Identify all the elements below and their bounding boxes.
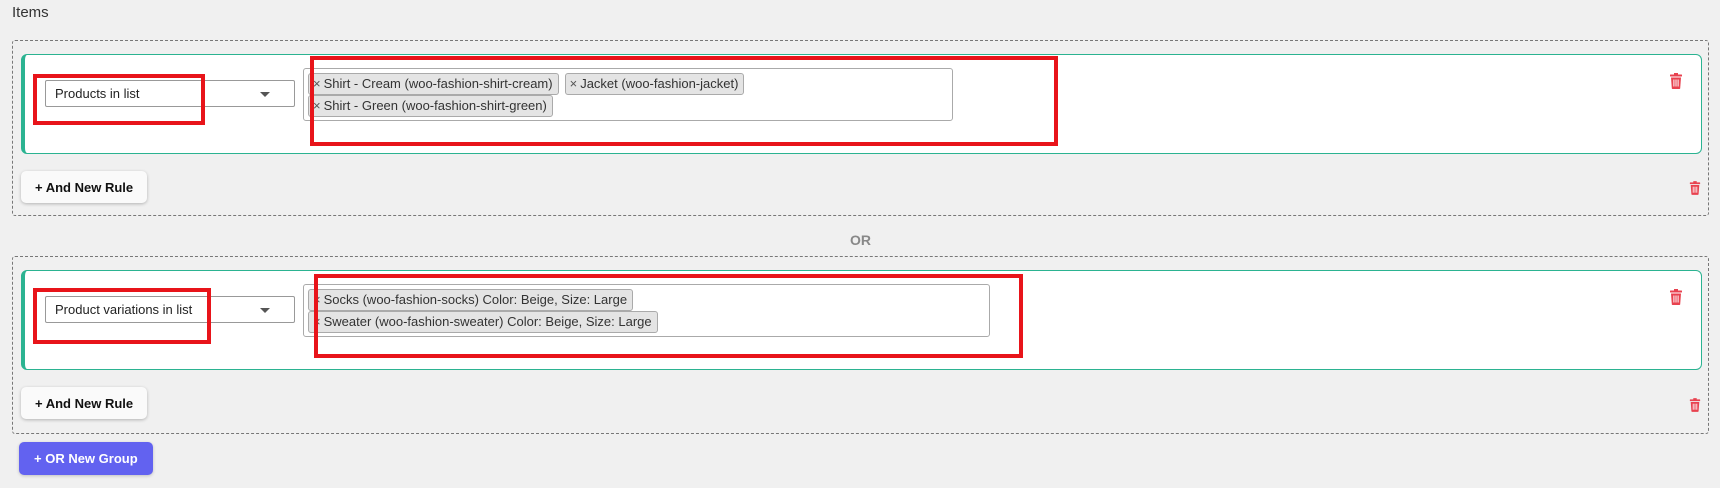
tag-label: Socks (woo-fashion-socks) Color: Beige, … <box>323 292 628 307</box>
tag-remove-icon[interactable]: × <box>313 314 321 329</box>
condition-select[interactable]: Product variations in list <box>45 296 295 323</box>
delete-group-trash-icon[interactable] <box>1689 181 1701 195</box>
delete-group-trash-icon[interactable] <box>1689 398 1701 412</box>
tag-remove-icon[interactable]: × <box>313 98 321 113</box>
add-and-rule-button[interactable]: + And New Rule <box>21 171 148 203</box>
section-title: Items <box>12 4 49 21</box>
tag-label: Jacket (woo-fashion-jacket) <box>580 76 739 91</box>
selected-tag: × Shirt - Cream (woo-fashion-shirt-cream) <box>308 73 559 95</box>
condition-group-1: Products in list × Shirt - Cream (woo-fas… <box>12 40 1709 216</box>
selected-tag: × Socks (woo-fashion-socks) Color: Beige,… <box>308 289 634 311</box>
selected-tag: × Sweater (woo-fashion-sweater) Color: Be… <box>308 311 658 333</box>
tag-label: Shirt - Green (woo-fashion-shirt-green) <box>323 98 547 113</box>
tag-label: Shirt - Cream (woo-fashion-shirt-cream) <box>323 76 553 91</box>
tag-select-input[interactable]: × Socks (woo-fashion-socks) Color: Beige,… <box>303 284 990 337</box>
rule-row: Product variations in list × Socks (woo-f… <box>21 270 1702 370</box>
selected-tag: × Shirt - Green (woo-fashion-shirt-green) <box>308 95 553 117</box>
tag-remove-icon[interactable]: × <box>313 76 321 91</box>
condition-select[interactable]: Products in list <box>45 80 295 107</box>
tag-label: Sweater (woo-fashion-sweater) Color: Bei… <box>323 314 652 329</box>
condition-group-2: Product variations in list × Socks (woo-f… <box>12 256 1709 434</box>
condition-select-value: Product variations in list <box>55 302 193 317</box>
tag-remove-icon[interactable]: × <box>313 292 321 307</box>
delete-rule-trash-icon[interactable] <box>1669 289 1683 305</box>
add-and-rule-button[interactable]: + And New Rule <box>21 387 148 419</box>
selected-tag: × Jacket (woo-fashion-jacket) <box>564 73 745 95</box>
tag-select-input[interactable]: × Shirt - Cream (woo-fashion-shirt-cream)… <box>303 68 953 121</box>
rule-row: Products in list × Shirt - Cream (woo-fas… <box>21 54 1702 154</box>
chevron-down-icon <box>260 308 270 313</box>
or-separator: OR <box>850 232 871 248</box>
add-or-group-button[interactable]: + OR New Group <box>19 442 153 475</box>
tag-remove-icon[interactable]: × <box>570 76 578 91</box>
chevron-down-icon <box>260 92 270 97</box>
delete-rule-trash-icon[interactable] <box>1669 73 1683 89</box>
condition-select-value: Products in list <box>55 86 140 101</box>
